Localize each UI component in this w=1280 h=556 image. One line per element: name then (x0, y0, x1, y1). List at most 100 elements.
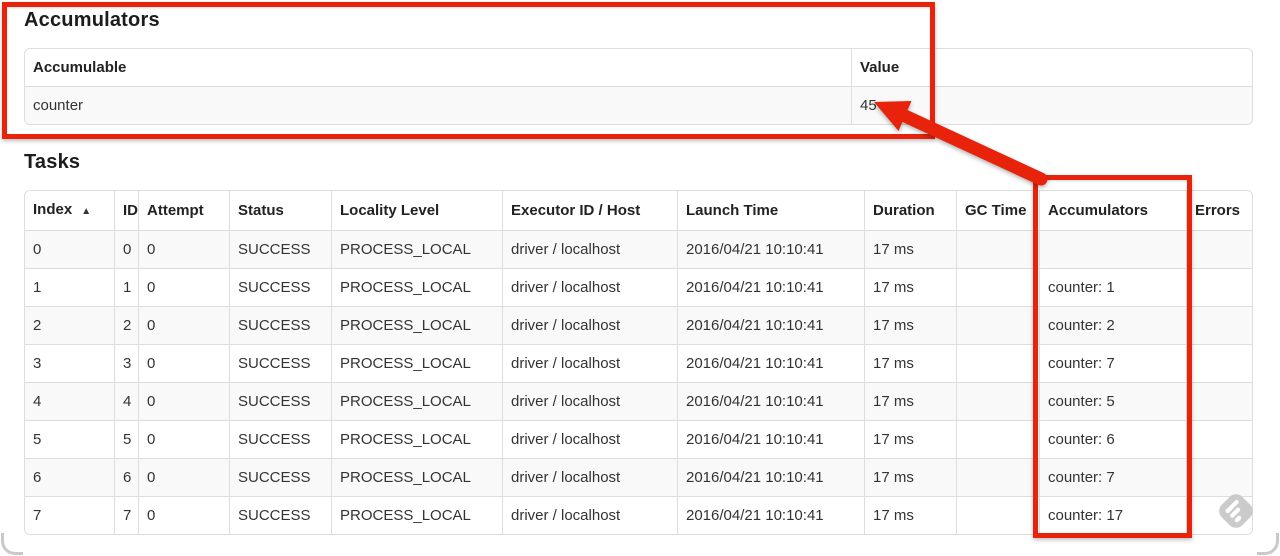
id-column-header[interactable]: ID (114, 191, 139, 231)
table-cell: 1 (114, 268, 139, 307)
table-cell: 17 ms (864, 344, 957, 383)
table-cell: 17 ms (864, 268, 957, 307)
table-cell (1186, 306, 1252, 345)
table-cell: driver / localhost (502, 458, 678, 497)
locality-level-column-header[interactable]: Locality Level (331, 191, 503, 231)
table-cell: 7 (114, 496, 139, 534)
table-cell (1186, 268, 1252, 307)
accumulators-table-header-row: Accumulable Value (25, 49, 1252, 87)
table-cell: PROCESS_LOCAL (331, 344, 503, 383)
table-cell: 17 ms (864, 420, 957, 459)
table-cell (956, 382, 1040, 421)
task-row: 7 7 0 SUCCESS PROCESS_LOCAL driver / localhos… (25, 496, 1252, 534)
table-cell (1186, 230, 1252, 269)
table-cell: 17 ms (864, 458, 957, 497)
table-cell: driver / localhost (502, 382, 678, 421)
table-cell: counter: 2 (1039, 306, 1187, 345)
table-cell: 0 (138, 230, 230, 269)
table-cell: PROCESS_LOCAL (331, 306, 503, 345)
table-cell: counter: 7 (1039, 344, 1187, 383)
table-cell: 2016/04/21 10:10:41 (677, 382, 865, 421)
task-row: 5 5 0 SUCCESS PROCESS_LOCAL driver / localhos… (25, 420, 1252, 459)
table-cell: 4 (25, 382, 115, 421)
task-row: 3 3 0 SUCCESS PROCESS_LOCAL driver / localhos… (25, 344, 1252, 383)
table-cell: PROCESS_LOCAL (331, 458, 503, 497)
table-cell: 6 (114, 458, 139, 497)
table-cell: 4 (114, 382, 139, 421)
accumulable-row: counter 45 (25, 86, 1252, 124)
table-cell: SUCCESS (229, 268, 332, 307)
table-cell: 0 (138, 420, 230, 459)
table-cell (1186, 420, 1252, 459)
table-cell (956, 230, 1040, 269)
accumulators-section-title: Accumulators (24, 9, 160, 31)
table-cell: PROCESS_LOCAL (331, 496, 503, 534)
task-row: 4 4 0 SUCCESS PROCESS_LOCAL driver / localhos… (25, 382, 1252, 421)
window-corner-bottom-left (1, 533, 23, 555)
table-cell: counter: 17 (1039, 496, 1187, 534)
accumulators-table: Accumulable Value counter 45 (24, 48, 1253, 125)
task-row: 2 2 0 SUCCESS PROCESS_LOCAL driver / localhos… (25, 306, 1252, 345)
table-cell: counter: 6 (1039, 420, 1187, 459)
table-cell: counter (25, 86, 852, 124)
table-cell (956, 420, 1040, 459)
table-cell: SUCCESS (229, 344, 332, 383)
launch-time-column-header[interactable]: Launch Time (677, 191, 865, 231)
errors-column-header[interactable]: Errors (1186, 191, 1252, 231)
table-cell (1186, 382, 1252, 421)
table-cell: 0 (138, 268, 230, 307)
table-cell: 1 (25, 268, 115, 307)
table-cell: 0 (138, 496, 230, 534)
table-cell: driver / localhost (502, 306, 678, 345)
gc-time-column-header[interactable]: GC Time (956, 191, 1040, 231)
table-cell: driver / localhost (502, 420, 678, 459)
table-cell: SUCCESS (229, 458, 332, 497)
task-row: 6 6 0 SUCCESS PROCESS_LOCAL driver / localhos… (25, 458, 1252, 497)
status-column-header[interactable]: Status (229, 191, 332, 231)
executor-id-host-column-header[interactable]: Executor ID / Host (502, 191, 678, 231)
table-cell: 0 (138, 458, 230, 497)
table-cell: SUCCESS (229, 382, 332, 421)
table-cell: counter: 1 (1039, 268, 1187, 307)
window-corner-bottom-right (1257, 533, 1279, 555)
table-cell: SUCCESS (229, 230, 332, 269)
table-cell: 2016/04/21 10:10:41 (677, 344, 865, 383)
value-column-header: Value (851, 49, 1252, 87)
table-cell: 7 (25, 496, 115, 534)
table-cell: 2016/04/21 10:10:41 (677, 230, 865, 269)
table-cell: 2 (25, 306, 115, 345)
attempt-column-header[interactable]: Attempt (138, 191, 230, 231)
table-cell: 17 ms (864, 382, 957, 421)
table-cell: driver / localhost (502, 344, 678, 383)
table-cell: 45 (851, 86, 1252, 124)
table-cell: driver / localhost (502, 496, 678, 534)
tasks-table: Index ▲ ID Attempt Status Locality Level … (24, 190, 1253, 535)
table-cell: PROCESS_LOCAL (331, 382, 503, 421)
table-cell: PROCESS_LOCAL (331, 230, 503, 269)
table-cell: counter: 5 (1039, 382, 1187, 421)
accumulators-column-header[interactable]: Accumulators (1039, 191, 1187, 231)
table-cell: 3 (114, 344, 139, 383)
table-cell: 17 ms (864, 496, 957, 534)
index-column-header[interactable]: Index ▲ (25, 191, 115, 231)
table-cell: 3 (25, 344, 115, 383)
spark-ui-stage-page: Accumulators Accumulable Value counter 45… (0, 0, 1280, 556)
sort-ascending-icon: ▲ (81, 206, 92, 217)
table-cell: 17 ms (864, 306, 957, 345)
table-cell: 2016/04/21 10:10:41 (677, 420, 865, 459)
annotation-app-watermark-icon (1219, 494, 1253, 528)
table-cell (956, 458, 1040, 497)
duration-column-header[interactable]: Duration (864, 191, 957, 231)
table-cell: driver / localhost (502, 268, 678, 307)
task-row: 1 1 0 SUCCESS PROCESS_LOCAL driver / localhos… (25, 268, 1252, 307)
tasks-table-header-row: Index ▲ ID Attempt Status Locality Level … (25, 191, 1252, 231)
table-cell: 5 (114, 420, 139, 459)
table-cell: 17 ms (864, 230, 957, 269)
table-cell (956, 496, 1040, 534)
table-cell: 0 (114, 230, 139, 269)
table-cell: 2016/04/21 10:10:41 (677, 458, 865, 497)
table-cell: SUCCESS (229, 306, 332, 345)
table-cell: 0 (138, 344, 230, 383)
table-cell: 0 (138, 306, 230, 345)
table-cell: PROCESS_LOCAL (331, 420, 503, 459)
